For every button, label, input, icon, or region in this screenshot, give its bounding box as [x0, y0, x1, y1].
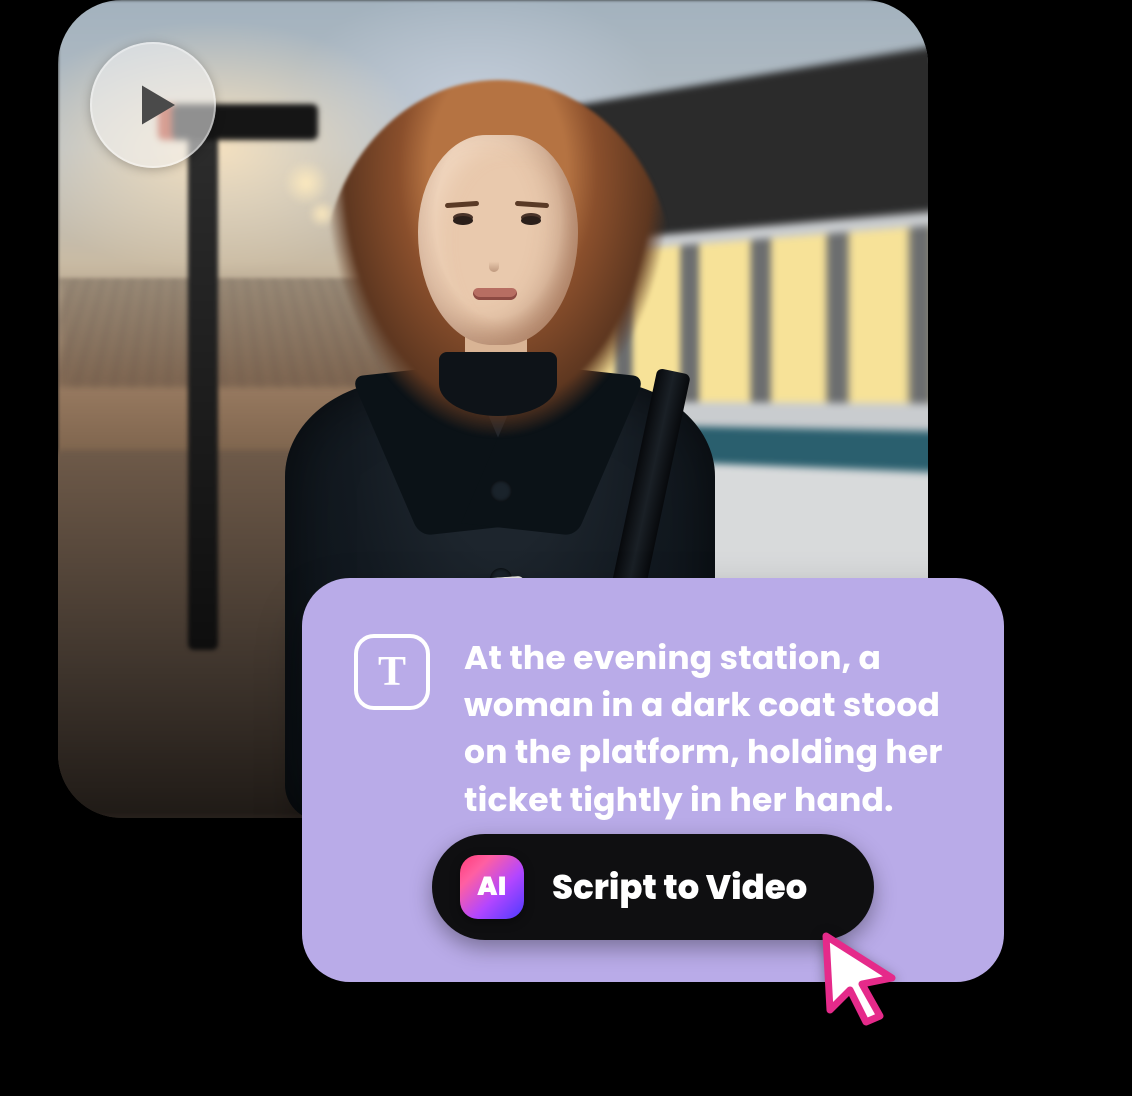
script-card: T At the evening station, a woman in a d… [302, 578, 1004, 982]
cta-label: Script to Video [552, 862, 807, 913]
cursor-arrow-icon [818, 930, 902, 1026]
promo-stage: T At the evening station, a woman in a d… [0, 0, 1132, 1096]
text-icon: T [354, 634, 430, 710]
script-text: At the evening station, a woman in a dar… [464, 634, 944, 823]
script-to-video-button[interactable]: AI Script to Video [432, 834, 874, 940]
ai-badge-icon: AI [460, 855, 524, 919]
play-button[interactable] [90, 42, 216, 168]
play-icon [133, 81, 181, 129]
